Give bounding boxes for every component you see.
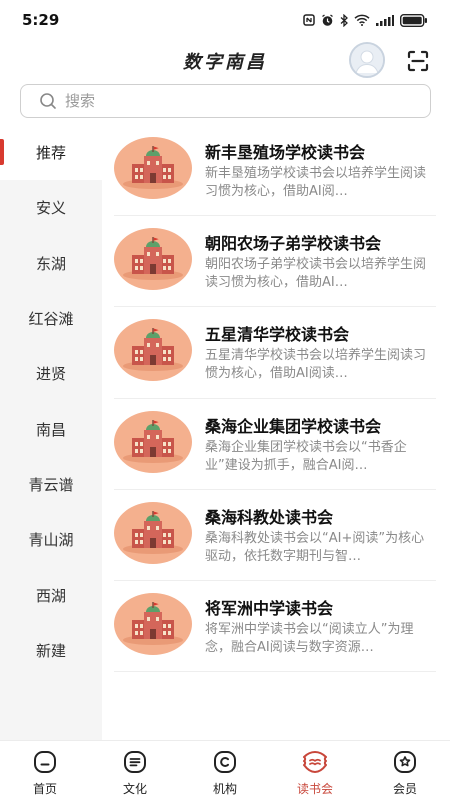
club-title: 五星清华学校读书会 (205, 325, 350, 345)
tab-reading-club[interactable]: 读书会 (270, 741, 360, 800)
tab-home[interactable]: 首页 (0, 741, 90, 800)
sidebar-item-label: 青云谱 (28, 475, 74, 494)
club-thumbnail (114, 319, 192, 382)
club-description: 朝阳农场子弟学校读书会以培养学生阅读习惯为核心，借助AI… (205, 257, 427, 291)
sidebar-item-qingyunpu[interactable]: 青云谱 (0, 457, 102, 512)
sidebar-item-xinjian[interactable]: 新建 (0, 623, 102, 678)
club-description: 将军洲中学读书会以“阅读立人”为理念，融合AI阅读与数字资源… (205, 621, 414, 655)
tab-label: 首页 (32, 782, 57, 796)
sidebar-item-donghu[interactable]: 东湖 (0, 236, 102, 291)
status-bar: 5:29 (0, 0, 450, 40)
club-thumbnail (114, 592, 192, 655)
scan-button[interactable] (406, 49, 430, 73)
bottom-tab-bar: 首页 文化 机构 读书会 会员 (0, 740, 450, 800)
sidebar-item-qingshanhu[interactable]: 青山湖 (0, 512, 102, 567)
club-description: 五星清华学校读书会以培养学生阅读习惯为核心，借助AI阅读… (205, 348, 427, 382)
school-building-icon (123, 510, 183, 554)
sidebar-item-label: 进贤 (35, 365, 66, 384)
sidebar-item-xihu[interactable]: 西湖 (0, 567, 102, 622)
search-input[interactable] (65, 92, 365, 110)
culture-icon (124, 751, 146, 773)
club-thumbnail (114, 137, 192, 199)
home-icon (34, 751, 56, 773)
sidebar-item-label: 红谷滩 (28, 310, 74, 329)
sidebar-item-label: 东湖 (35, 254, 66, 273)
sidebar-item-label: 西湖 (35, 586, 66, 605)
reading-club-item[interactable]: 桑海企业集团学校读书会桑海企业集团学校读书会以“书香企业”建设为抓手，融合AI阅… (114, 399, 436, 490)
club-description: 新丰垦殖场学校读书会以培养学生阅读习惯为核心，借助AI阅… (205, 166, 427, 199)
sidebar-item-honggutan[interactable]: 红谷滩 (0, 291, 102, 346)
club-title: 将军洲中学读书会 (205, 598, 334, 618)
signal-icon (376, 14, 394, 26)
wifi-icon (354, 14, 370, 26)
avatar[interactable] (349, 42, 385, 78)
school-building-icon (123, 146, 183, 189)
club-thumbnail (114, 228, 192, 291)
reading-club-item[interactable]: 朝阳农场子弟学校读书会朝阳农场子弟学校读书会以培养学生阅读习惯为核心，借助AI… (114, 216, 436, 308)
search-icon (40, 93, 56, 109)
club-title: 朝阳农场子弟学校读书会 (205, 234, 382, 254)
sidebar-item-recommend[interactable]: 推荐 (0, 125, 102, 181)
school-building-icon (123, 328, 183, 372)
user-icon (351, 44, 383, 76)
search-bar[interactable] (20, 84, 431, 118)
reading-club-item[interactable]: 新丰垦殖场学校读书会新丰垦殖场学校读书会以培养学生阅读习惯为核心，借助AI阅… (114, 125, 436, 217)
header: 数字南昌 (0, 40, 450, 80)
tab-culture[interactable]: 文化 (90, 741, 180, 800)
tab-member[interactable]: 会员 (360, 741, 450, 800)
reading-club-item[interactable]: 桑海科教处读书会桑海科教处读书会以“AI+阅读”为核心驱动，依托数字期刊与智… (114, 490, 436, 581)
club-description: 桑海科教处读书会以“AI+阅读”为核心驱动，依托数字期刊与智… (205, 530, 425, 564)
district-sidebar: 推荐 安义 东湖 红谷滩 进贤 南昌 青云谱 青山湖 西湖 新建 (0, 125, 102, 740)
status-time: 5:29 (22, 11, 60, 29)
status-icons (303, 13, 428, 27)
tab-institution[interactable]: 机构 (180, 741, 270, 800)
sidebar-item-label: 青山湖 (28, 531, 74, 550)
institution-icon (214, 751, 236, 773)
club-thumbnail (114, 410, 192, 473)
school-building-icon (123, 601, 183, 645)
sidebar-item-label: 安义 (35, 199, 66, 218)
tab-label: 会员 (392, 782, 417, 796)
school-building-icon (123, 237, 183, 281)
alarm-icon (322, 13, 333, 26)
school-building-icon (123, 419, 183, 463)
sidebar-item-jinxian[interactable]: 进贤 (0, 346, 102, 401)
sidebar-item-label: 南昌 (35, 420, 66, 439)
reading-club-icon (303, 751, 327, 773)
sidebar-item-label: 推荐 (35, 144, 66, 163)
member-icon (394, 751, 416, 773)
sidebar-item-anyi[interactable]: 安义 (0, 180, 102, 235)
nfc-icon (303, 14, 315, 26)
sidebar-item-label: 新建 (35, 641, 66, 660)
sidebar-item-nanchang[interactable]: 南昌 (0, 401, 102, 456)
tab-label: 读书会 (296, 782, 333, 796)
tab-label: 文化 (122, 782, 147, 796)
reading-club-list: 新丰垦殖场学校读书会 新丰垦殖场学校读书会以培养学生阅读习惯为核心，借助AI阅… 朝… (114, 125, 436, 673)
reading-club-item[interactable]: 五星清华学校读书会五星清华学校读书会以培养学生阅读习惯为核心，借助AI阅读… (114, 307, 436, 399)
battery-icon (400, 13, 427, 27)
club-thumbnail (114, 501, 192, 564)
scan-icon (407, 50, 429, 72)
club-description: 桑海企业集团学校读书会以“书香企业”建设为抓手，融合AI阅… (205, 439, 407, 473)
tab-label: 机构 (212, 782, 237, 796)
club-title: 新丰垦殖场学校读书会 (205, 143, 366, 162)
bluetooth-icon (340, 13, 348, 27)
club-title: 桑海科教处读书会 (205, 507, 334, 527)
reading-club-item[interactable]: 将军洲中学读书会将军洲中学读书会以“阅读立人”为理念，融合AI阅读与数字资源… (114, 581, 436, 673)
club-title: 桑海企业集团学校读书会 (205, 416, 382, 436)
